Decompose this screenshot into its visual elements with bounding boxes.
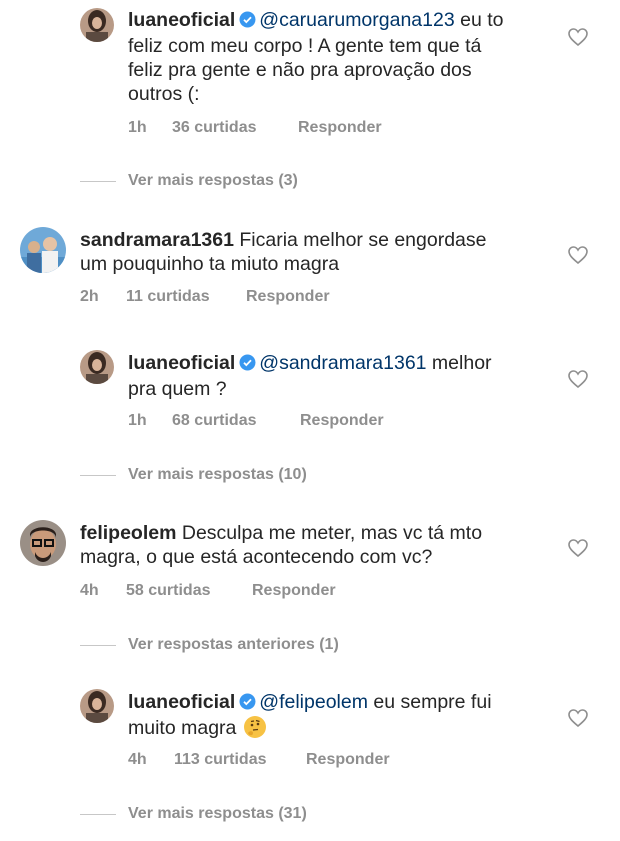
likes-count[interactable]: 36 curtidas [172,119,298,137]
comment-meta: 2h 11 curtidas Responder [80,288,330,306]
mention-link[interactable]: @sandramara1361 [259,352,426,374]
like-heart-icon[interactable] [568,539,588,558]
comment-meta: 1h 68 curtidas Responder [128,412,384,430]
divider-line [80,644,116,646]
like-heart-icon[interactable] [568,709,588,728]
comment-text: luaneoficial @caruarumorgana123 eu to fel… [128,9,504,105]
divider-line [80,180,116,182]
view-more-replies[interactable]: Ver mais respostas (3) [80,172,298,190]
comment-meta: 4h 113 curtidas Responder [128,751,390,769]
username[interactable]: luaneoficial [128,691,235,713]
timestamp: 2h [80,288,99,305]
reply-button[interactable]: Responder [300,412,384,430]
mention-link[interactable]: @felipeolem [259,691,368,713]
like-heart-icon[interactable] [568,370,588,389]
verified-badge-icon [239,353,256,377]
view-previous-replies[interactable]: Ver respostas anteriores (1) [80,636,339,654]
timestamp: 1h [128,119,147,136]
avatar[interactable] [80,689,114,723]
divider-line [80,813,116,815]
verified-badge-icon [239,692,256,716]
avatar[interactable] [20,227,66,273]
reply-button[interactable]: Responder [298,119,382,137]
reply-button[interactable]: Responder [252,582,336,600]
avatar[interactable] [20,520,66,566]
reply-button[interactable]: Responder [306,751,390,769]
likes-count[interactable]: 11 curtidas [126,288,246,306]
likes-count[interactable]: 58 curtidas [126,582,252,600]
username[interactable]: sandramara1361 [80,229,234,251]
comment-text: luaneoficial @sandramara1361 melhor pra q… [128,352,492,400]
username[interactable]: luaneoficial [128,9,235,31]
timestamp: 1h [128,412,147,429]
likes-count[interactable]: 113 curtidas [174,751,306,769]
mention-link[interactable]: @caruarumorgana123 [259,9,454,31]
comment-text: felipeolem Desculpa me meter, mas vc tá … [80,522,483,568]
timestamp: 4h [80,582,99,599]
username[interactable]: felipeolem [80,522,176,544]
reply-button[interactable]: Responder [246,288,330,306]
avatar[interactable] [80,8,114,42]
likes-count[interactable]: 68 curtidas [172,412,300,430]
comment-meta: 1h 36 curtidas Responder [128,119,382,137]
timestamp: 4h [128,751,147,768]
thinking-face-emoji-icon [243,716,266,738]
like-heart-icon[interactable] [568,28,588,47]
comment-text: luaneoficial @felipeolem eu sempre fui mu… [128,691,492,739]
view-more-replies[interactable]: Ver mais respostas (10) [80,466,307,484]
divider-line [80,474,116,476]
verified-badge-icon [239,10,256,34]
comment-meta: 4h 58 curtidas Responder [80,582,336,600]
username[interactable]: luaneoficial [128,352,235,374]
comment-text: sandramara1361 Ficaria melhor se engorda… [80,229,487,275]
avatar[interactable] [80,350,114,384]
view-more-replies[interactable]: Ver mais respostas (31) [80,805,307,823]
like-heart-icon[interactable] [568,246,588,265]
